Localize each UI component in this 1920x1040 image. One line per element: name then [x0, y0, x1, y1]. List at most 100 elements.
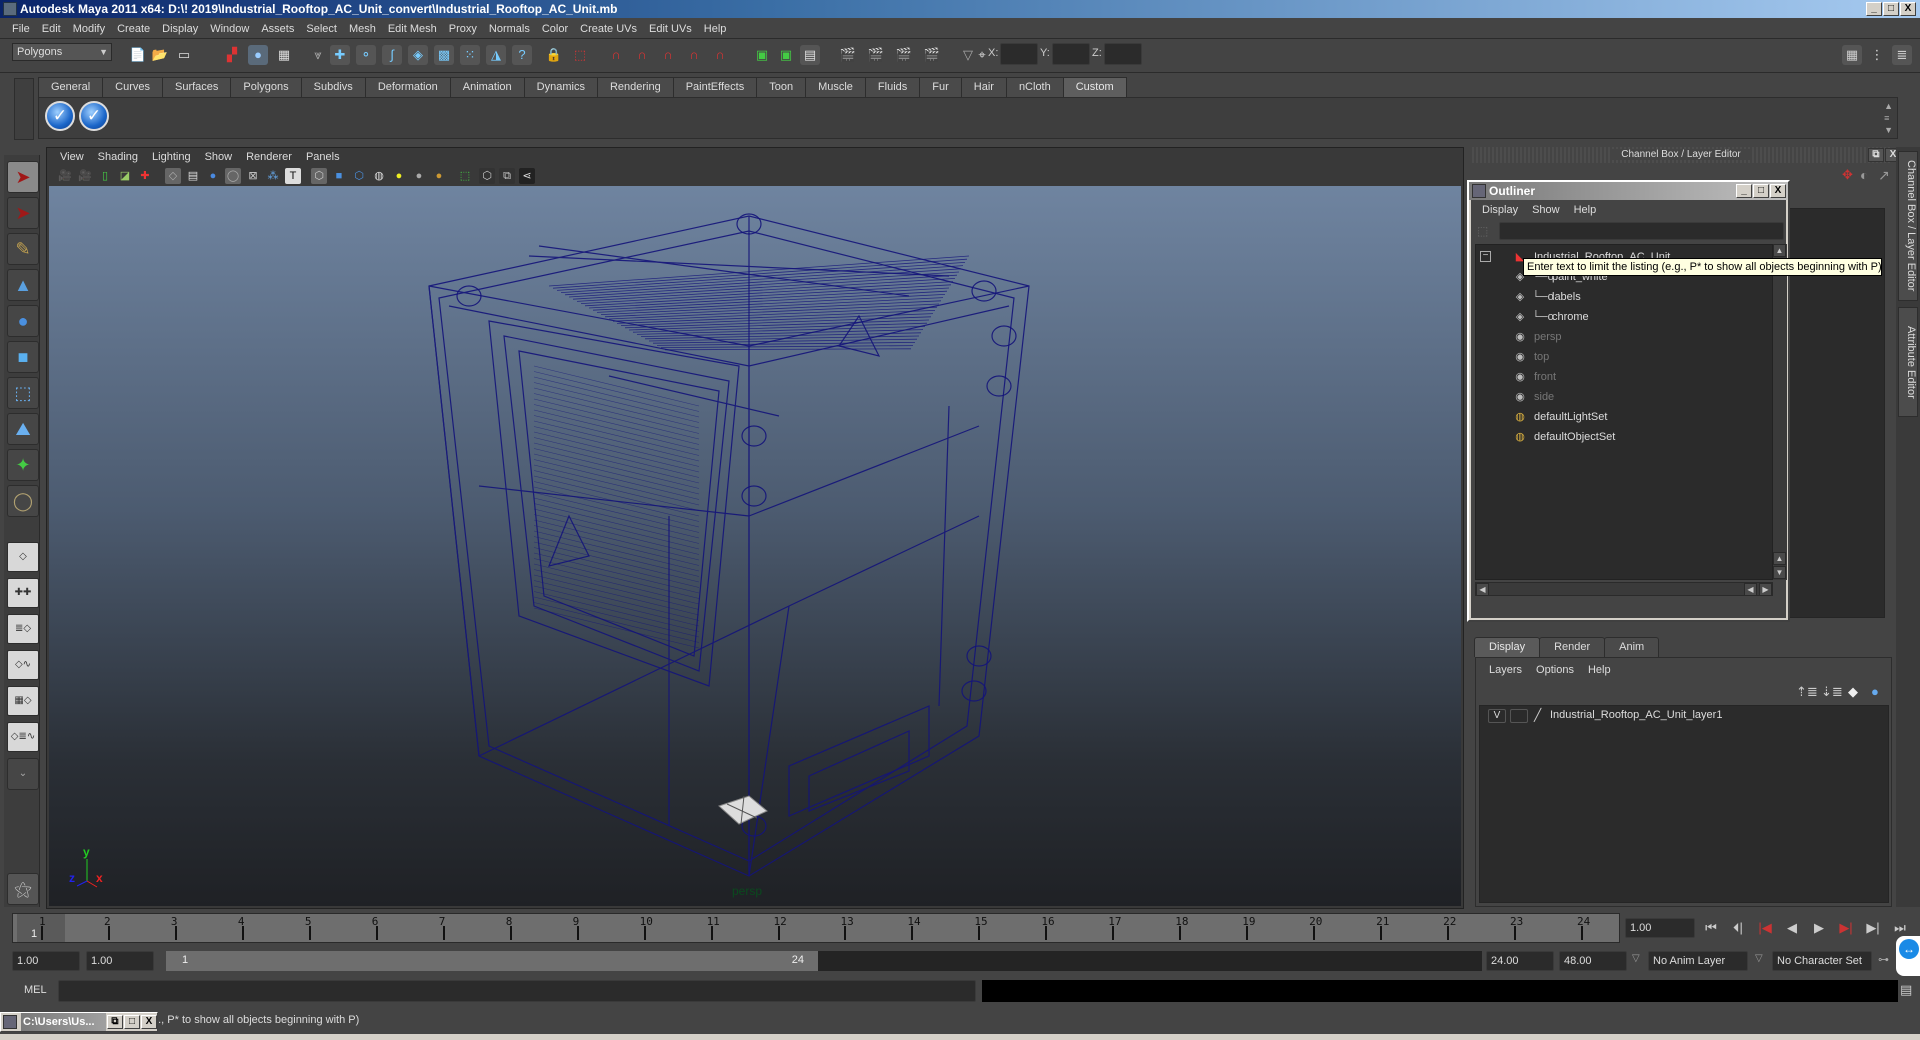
shelf-tab-toon[interactable]: Toon	[756, 77, 807, 97]
select-handles-icon[interactable]: ✚	[330, 45, 350, 65]
playback-end-field[interactable]: 24.00	[1486, 951, 1554, 971]
layer-row[interactable]: V ╱ Industrial_Rooftop_AC_Unit_layer1	[1480, 706, 1888, 726]
highlight-selection-icon[interactable]: ⬚	[570, 45, 590, 65]
menu-help[interactable]: Help	[698, 23, 733, 35]
menu-normals[interactable]: Normals	[483, 23, 536, 35]
shelf-tab-animation[interactable]: Animation	[449, 77, 525, 97]
layer-name[interactable]: Industrial_Rooftop_AC_Unit_layer1	[1550, 709, 1722, 721]
wireframe-icon[interactable]: ⬡	[311, 168, 327, 184]
script-editor-icon[interactable]: ▤	[1900, 982, 1912, 998]
current-frame-field[interactable]: 1.00	[1625, 918, 1695, 938]
outliner-item[interactable]: ◈ └─o labels	[1476, 287, 1772, 307]
shelf-scroll-icon[interactable]: ▲ ≡ ▼	[1884, 100, 1893, 136]
scroll-up-icon[interactable]: ▲	[1773, 552, 1786, 565]
persp-outliner-graph-layout-icon[interactable]: ◇≣∿	[7, 722, 39, 752]
go-to-end-icon[interactable]: ⏭	[1889, 918, 1911, 938]
shelf-tab-hair[interactable]: Hair	[960, 77, 1007, 97]
xray-icon[interactable]: ⬡	[479, 168, 495, 184]
scroll-down-icon[interactable]: ▼	[1773, 566, 1786, 579]
toggle-tool-settings-icon[interactable]: ⋮	[1867, 45, 1887, 65]
camera-attributes-icon[interactable]: 🎥	[77, 168, 93, 184]
x-field[interactable]	[1000, 43, 1038, 65]
go-to-start-icon[interactable]: ⏮	[1700, 918, 1722, 938]
lock-selection-icon[interactable]: 🔒	[544, 45, 564, 65]
select-rendering-icon[interactable]: ◮	[486, 45, 506, 65]
scale-tool-icon[interactable]: ■	[7, 341, 39, 373]
menu-edit-uvs[interactable]: Edit UVs	[643, 23, 698, 35]
outliner-item[interactable]: ◉ side	[1476, 387, 1772, 407]
layer-visibility-toggle[interactable]: V	[1488, 709, 1506, 723]
shelf-tab-fur[interactable]: Fur	[919, 77, 962, 97]
anim-layer-selector[interactable]: No Anim Layer	[1648, 951, 1748, 971]
shelf-tab-subdivs[interactable]: Subdivs	[300, 77, 366, 97]
checkmark-shelf-button-2[interactable]: ✓	[79, 101, 109, 131]
select-by-hierarchy-icon[interactable]: ▞	[222, 45, 242, 65]
menu-display[interactable]: Display	[156, 23, 204, 35]
outliner-item[interactable]: ◉ persp	[1476, 327, 1772, 347]
move-layer-down-icon[interactable]: ⇣≣	[1821, 684, 1843, 700]
menu-proxy[interactable]: Proxy	[443, 23, 483, 35]
filter-selection-icon[interactable]: ⬚	[1477, 224, 1488, 238]
outliner-filter-input[interactable]	[1499, 222, 1784, 240]
four-view-layout-icon[interactable]: ✚✚	[7, 578, 39, 608]
layer-tab-display[interactable]: Display	[1474, 637, 1541, 657]
menu-create-uvs[interactable]: Create UVs	[574, 23, 643, 35]
shelf-tab-dynamics[interactable]: Dynamics	[523, 77, 598, 97]
safe-action-icon[interactable]: ⁂	[265, 168, 281, 184]
layer-menu-layers[interactable]: Layers	[1482, 664, 1529, 676]
ipr-icon[interactable]: 🎬	[894, 45, 914, 65]
perspective-view[interactable]: y x z persp	[49, 186, 1461, 906]
outliner-item[interactable]: ◈ └─o chrome	[1476, 307, 1772, 327]
viewport-menu-shading[interactable]: Shading	[91, 151, 145, 163]
layer-tab-render[interactable]: Render	[1539, 637, 1606, 657]
play-backward-icon[interactable]: ◀	[1781, 918, 1803, 938]
select-by-component-icon[interactable]: ▦	[274, 45, 294, 65]
shelf-tab-curves[interactable]: Curves	[102, 77, 163, 97]
menu-file[interactable]: File	[6, 23, 36, 35]
shelf-menu-handle[interactable]	[14, 78, 34, 140]
layer-menu-help[interactable]: Help	[1581, 664, 1618, 676]
step-back-key-icon[interactable]: ⏴|	[1727, 918, 1749, 938]
create-layer-from-selected-icon[interactable]: ●	[1871, 684, 1879, 699]
outliner-vertical-scrollbar[interactable]: ▲ ▲ ▼	[1773, 244, 1787, 580]
animation-start-field[interactable]: 1.00	[12, 951, 80, 971]
render-current-frame-icon[interactable]: 🎬	[838, 45, 858, 65]
output-connections-icon[interactable]: ▣	[776, 45, 796, 65]
outliner-item[interactable]: ◉ front	[1476, 367, 1772, 387]
two-d-pan-zoom-icon[interactable]: ✚	[137, 168, 153, 184]
character-set-selector[interactable]: No Character Set	[1772, 951, 1872, 971]
outliner-menu-show[interactable]: Show	[1525, 204, 1567, 216]
toggle-channel-box-icon[interactable]: ≣	[1892, 45, 1912, 65]
select-misc-icon[interactable]: ?	[512, 45, 532, 65]
last-tool-used-icon[interactable]: ◯	[7, 485, 39, 517]
field-chart-icon[interactable]: ⊠	[245, 168, 261, 184]
display-toggle-icon[interactable]: ◐	[1860, 167, 1868, 183]
outliner-item[interactable]: ◉ top	[1476, 347, 1772, 367]
use-all-lights-icon[interactable]: ●	[391, 168, 407, 184]
safe-title-icon[interactable]: T	[285, 168, 301, 184]
isolate-select-icon[interactable]: ⬚	[457, 168, 473, 184]
float-panel-button[interactable]: ⧉	[1868, 148, 1884, 162]
shadows-icon[interactable]: ●	[411, 168, 427, 184]
save-scene-icon[interactable]: ▭	[174, 45, 194, 65]
outliner-menu-help[interactable]: Help	[1567, 204, 1604, 216]
checkmark-shelf-button-1[interactable]: ✓	[45, 101, 75, 131]
rotate-tool-icon[interactable]: ●	[7, 305, 39, 337]
outliner-menu-display[interactable]: Display	[1475, 204, 1525, 216]
render-settings-icon[interactable]: 🎬	[922, 45, 942, 65]
minimize-button[interactable]: _	[1866, 2, 1882, 16]
menu-edit-mesh[interactable]: Edit Mesh	[382, 23, 443, 35]
high-quality-icon[interactable]: ●	[431, 168, 447, 184]
minimized-window[interactable]: C:\Users\Us... ⧉ □ X	[0, 1012, 158, 1032]
play-forward-icon[interactable]: ▶	[1808, 918, 1830, 938]
open-scene-icon[interactable]: 📂	[150, 45, 170, 65]
show-manipulator-icon[interactable]: ✦	[7, 449, 39, 481]
scroll-left-icon[interactable]: ◀	[1744, 583, 1757, 596]
shelf-tab-muscle[interactable]: Muscle	[805, 77, 866, 97]
construction-history-icon[interactable]: ▤	[800, 45, 820, 65]
menu-select[interactable]: Select	[300, 23, 343, 35]
outliner-maximize-button[interactable]: □	[1753, 184, 1769, 198]
animation-end-field[interactable]: 48.00	[1559, 951, 1627, 971]
shelf-tab-polygons[interactable]: Polygons	[230, 77, 302, 97]
select-tool-icon[interactable]: ➤	[7, 161, 39, 193]
